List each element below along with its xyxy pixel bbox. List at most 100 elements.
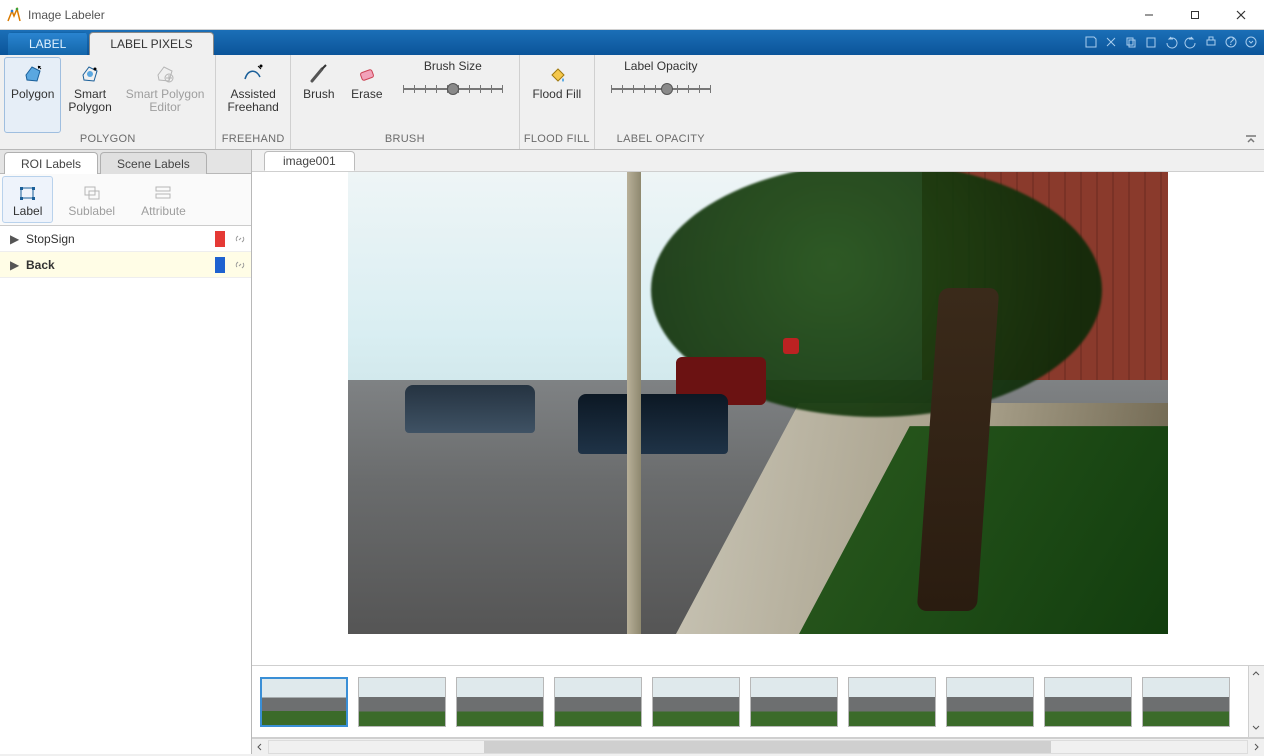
tab-label[interactable]: LABEL [8, 32, 87, 55]
polygon-button[interactable]: Polygon [4, 57, 61, 133]
ribbon-group-freehand: Assisted Freehand FREEHAND [216, 55, 290, 149]
main-image[interactable] [348, 172, 1168, 634]
add-attribute-icon [152, 182, 174, 204]
hscroll-track[interactable] [268, 740, 1248, 754]
expand-icon[interactable]: ▶ [10, 232, 20, 246]
minimize-button[interactable] [1126, 0, 1172, 30]
tab-roi-labels[interactable]: ROI Labels [4, 152, 98, 174]
image-panel: image001 [252, 150, 1264, 754]
erase-icon [355, 62, 379, 86]
tab-label-pixels-text: LABEL PIXELS [110, 37, 192, 51]
save-icon[interactable] [1082, 33, 1100, 51]
assisted-freehand-icon [241, 62, 265, 86]
more-icon[interactable] [1242, 33, 1260, 51]
svg-text:?: ? [1228, 35, 1235, 48]
assisted-freehand-button[interactable]: Assisted Freehand [220, 57, 285, 133]
thumbnail-image [849, 678, 935, 726]
document-tab-text: image001 [283, 154, 336, 168]
scroll-left-icon[interactable] [252, 740, 266, 754]
flood-fill-icon [545, 62, 569, 86]
brush-label: Brush [303, 86, 334, 101]
help-icon[interactable]: ? [1222, 33, 1240, 51]
thumbnail[interactable] [554, 677, 642, 727]
group-label-opacity: LABEL OPACITY [617, 133, 705, 149]
thumbnail[interactable] [456, 677, 544, 727]
tab-label-pixels[interactable]: LABEL PIXELS [89, 32, 213, 55]
brush-size-slider[interactable] [403, 79, 503, 99]
brush-button[interactable]: Brush [295, 57, 343, 133]
add-label-button[interactable]: Label [2, 176, 53, 223]
content-area: ROI Labels Scene Labels Label Sublabel A… [0, 150, 1264, 754]
smart-polygon-editor-button[interactable]: Smart Polygon Editor [119, 57, 212, 133]
label-color-swatch [215, 231, 225, 247]
label-opacity-slider[interactable] [611, 79, 711, 99]
document-tab-image[interactable]: image001 [264, 151, 355, 171]
expand-icon[interactable]: ▶ [10, 258, 20, 272]
quick-access-toolbar: ? [1082, 33, 1260, 51]
add-sublabel-icon [81, 182, 103, 204]
label-name: StopSign [26, 232, 215, 246]
tab-roi-labels-text: ROI Labels [21, 157, 81, 171]
add-attribute-text: Attribute [141, 204, 186, 218]
group-label-polygon: POLYGON [80, 133, 136, 149]
cut-icon[interactable] [1102, 33, 1120, 51]
add-attribute-button[interactable]: Attribute [130, 176, 197, 223]
label-row[interactable]: ▶ StopSign [0, 226, 251, 252]
document-tabs: image001 [252, 150, 1264, 172]
thumbnail[interactable] [946, 677, 1034, 727]
tab-scene-labels[interactable]: Scene Labels [100, 152, 207, 174]
copy-icon[interactable] [1122, 33, 1140, 51]
thumbnail[interactable] [652, 677, 740, 727]
smart-polygon-button[interactable]: Smart Polygon [61, 57, 118, 133]
collapse-ribbon-button[interactable] [1244, 133, 1258, 147]
canvas-area[interactable] [252, 172, 1264, 666]
thumbnail[interactable] [1142, 677, 1230, 727]
scroll-up-icon[interactable] [1251, 668, 1263, 680]
group-label-freehand: FREEHAND [222, 133, 285, 149]
image-browser [252, 666, 1264, 738]
group-label-brush: BRUSH [385, 133, 425, 149]
filmstrip-vscroll[interactable] [1248, 666, 1264, 737]
thumbnail[interactable] [848, 677, 936, 727]
label-color-swatch [215, 257, 225, 273]
paste-icon[interactable] [1142, 33, 1160, 51]
thumbnail[interactable] [1044, 677, 1132, 727]
label-name: Back [26, 258, 215, 272]
label-row[interactable]: ▶ Back [0, 252, 251, 278]
labels-subtabs: ROI Labels Scene Labels [0, 150, 251, 174]
thumbnail-image [751, 678, 837, 726]
close-button[interactable] [1218, 0, 1264, 30]
erase-button[interactable]: Erase [343, 57, 391, 133]
add-sublabel-button[interactable]: Sublabel [57, 176, 126, 223]
polygon-label: Polygon [11, 86, 54, 101]
horizontal-scrollbar[interactable] [252, 738, 1264, 754]
scroll-right-icon[interactable] [1250, 740, 1264, 754]
maximize-button[interactable] [1172, 0, 1218, 30]
smart-polygon-editor-label: Smart Polygon Editor [126, 86, 205, 114]
assisted-freehand-label: Assisted Freehand [227, 86, 278, 114]
redo-icon[interactable] [1182, 33, 1200, 51]
tab-scene-labels-text: Scene Labels [117, 157, 190, 171]
hscroll-thumb[interactable] [484, 741, 1051, 753]
app-logo-icon [6, 7, 22, 23]
add-sublabel-text: Sublabel [68, 204, 115, 218]
erase-label: Erase [351, 86, 382, 101]
undo-icon[interactable] [1162, 33, 1180, 51]
thumbnail[interactable] [750, 677, 838, 727]
thumbnail[interactable] [260, 677, 348, 727]
add-label-icon [17, 182, 39, 204]
ribbon-group-label-opacity: Label Opacity LABEL OPACITY [595, 55, 727, 149]
thumbnail[interactable] [358, 677, 446, 727]
thumbnail-image [555, 678, 641, 726]
link-icon[interactable] [233, 258, 251, 272]
label-opacity-label: Label Opacity [624, 59, 697, 79]
print-icon[interactable] [1202, 33, 1220, 51]
smart-polygon-icon [78, 62, 102, 86]
flood-fill-button[interactable]: Flood Fill [525, 57, 588, 133]
scroll-down-icon[interactable] [1251, 723, 1263, 735]
ribbon-group-flood-fill: Flood Fill FLOOD FILL [520, 55, 595, 149]
thumbnail-image [457, 678, 543, 726]
link-icon[interactable] [233, 232, 251, 246]
toolstrip-tab-bar: LABEL LABEL PIXELS ? [0, 30, 1264, 55]
brush-size-label: Brush Size [424, 59, 482, 79]
